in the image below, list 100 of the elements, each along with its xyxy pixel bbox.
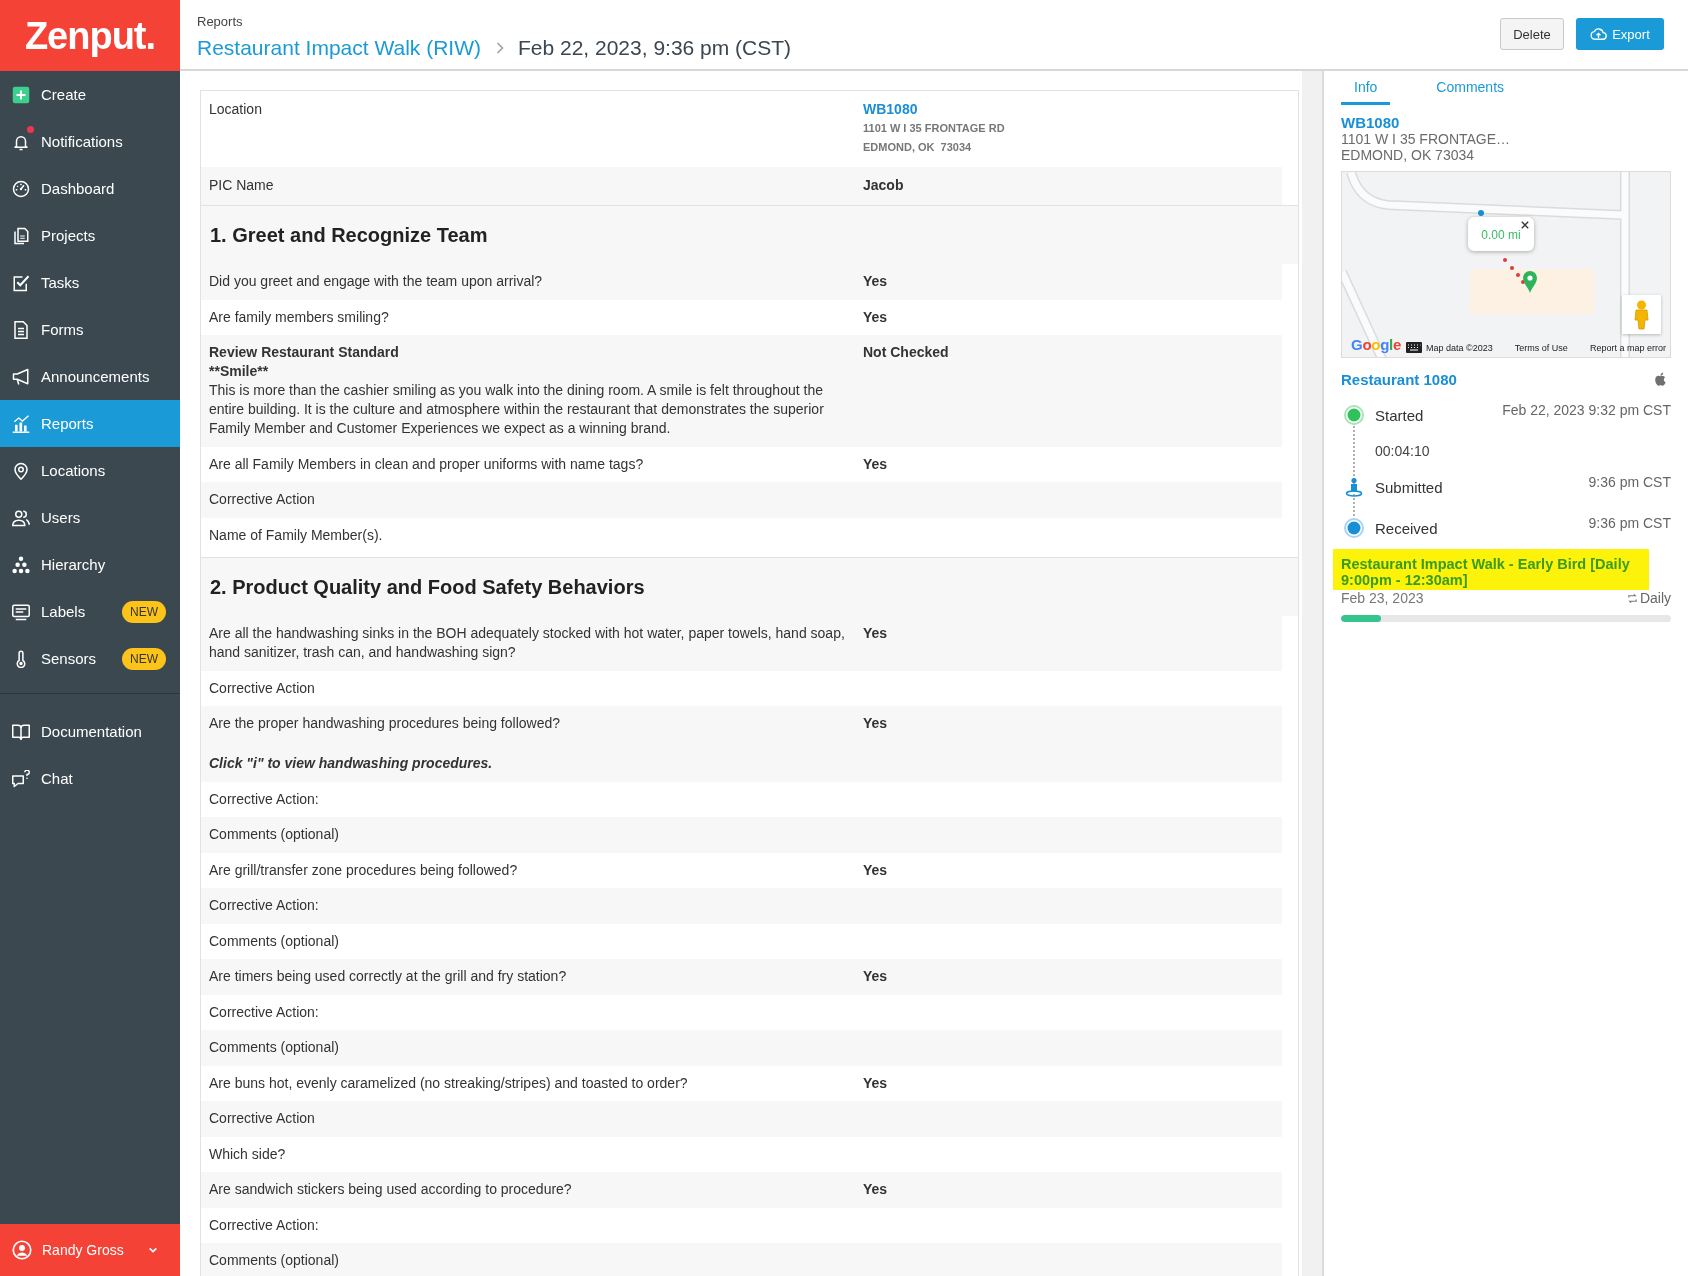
caret-icon [148, 1245, 158, 1255]
question-text: Comments (optional) [209, 1038, 339, 1057]
answer-text: Yes [863, 272, 888, 291]
sidebar-item[interactable]: Announcements [0, 353, 180, 400]
sidebar-item[interactable]: Sensors NEW [0, 635, 180, 682]
sidebar-item[interactable]: Users [0, 494, 180, 541]
new-badge: NEW [122, 647, 166, 670]
address-line: EDMOND, OK 73034 [863, 140, 972, 155]
store-link[interactable]: Restaurant 1080 [1341, 370, 1457, 388]
standard-text: This is more than the cashier smiling as you walk into the dining room. A smile is felt throughout the entire building. It is the culture and atmosphere within the restaurant that demonstrates the superior Family Member and Customer Experiences we expect as a winning brand. [209, 381, 825, 438]
location-link[interactable]: WB1080 [863, 100, 918, 119]
question-text: Corrective Action [209, 1109, 315, 1128]
chevron-icon [494, 42, 504, 54]
question-text: Corrective Action: [209, 1002, 319, 1022]
event-label: Started [1375, 406, 1425, 424]
question-text: Which side? [209, 1144, 286, 1164]
answer-text: Yes [863, 307, 888, 327]
map-attribution: Map data ©2023 [1426, 343, 1493, 354]
answer-text: Yes [863, 1180, 888, 1199]
question-text: Are all the handwashing sinks in the BOH adequately stocked with hot water, paper towels, hand soap, hand sanitizer, trash can, and handwashing sign? [209, 624, 846, 662]
question-text: Are all Family Members in clean and proper uniforms with name tags? [209, 454, 644, 474]
sidebar-item[interactable]: Documentation [0, 708, 180, 755]
status-dot-icon [1344, 405, 1364, 425]
user-menu[interactable]: Randy Gross [0, 1224, 180, 1276]
standard-subtitle: **Smile** [209, 362, 269, 381]
plus-icon [12, 85, 30, 104]
chat-icon [12, 769, 30, 788]
sidebar-item[interactable]: Tasks [0, 259, 180, 306]
question-text: Corrective Action: [209, 1215, 319, 1235]
answer-text: Yes [863, 1073, 888, 1093]
location-dot-icon [1478, 210, 1484, 216]
address-line: 1101 W I 35 FRONTAGE… [1341, 131, 1511, 147]
question-text: Name of Family Member(s). [209, 525, 383, 545]
address-line: EDMOND, OK 73034 [1341, 147, 1475, 163]
question-text: Are grill/transfer zone procedures being followed? [209, 860, 518, 880]
close-icon[interactable] [1521, 221, 1529, 229]
document-icon [12, 320, 30, 339]
question-text: Comments (optional) [209, 1251, 339, 1270]
hierarchy-icon [12, 555, 30, 574]
sidebar-item[interactable]: Hierarchy [0, 541, 180, 588]
documents-icon [12, 226, 30, 245]
map-link[interactable]: Report a map error [1589, 343, 1666, 354]
sidebar-item[interactable]: Notifications [0, 118, 180, 165]
answer-text: Yes [863, 624, 888, 643]
duration-text: 00:04:10 [1375, 442, 1431, 461]
answer-text: Yes [863, 860, 888, 880]
repeat-icon [1626, 592, 1638, 604]
question-text: Are family members smiling? [209, 307, 389, 327]
sidebar-item[interactable]: Projects [0, 212, 180, 259]
person-icon [1344, 477, 1364, 497]
bar-chart-icon [12, 414, 30, 433]
question-text: Corrective Action: [209, 789, 319, 809]
map-logo: Google [1351, 337, 1401, 353]
breadcrumb-link[interactable]: Reports [197, 14, 243, 30]
report-date: Feb 22, 2023, 9:36 pm (CST) [517, 35, 792, 61]
question-text: Are sandwich stickers being used according to procedure? [209, 1180, 572, 1199]
keyboard-icon[interactable] [1406, 342, 1422, 353]
field-label: Location [209, 100, 263, 119]
section-heading: 1. Greet and Recognize Team [201, 206, 1298, 264]
location-link[interactable]: WB1080 [1341, 114, 1400, 131]
book-icon [12, 722, 30, 741]
question-text: Comments (optional) [209, 825, 339, 844]
field-label: PIC Name [209, 176, 275, 195]
event-label: Received [1375, 519, 1439, 537]
event-time: 9:36 pm CST [1588, 475, 1671, 489]
card-icon [12, 602, 30, 621]
address-line: 1101 W I 35 FRONTAGE RD [863, 121, 1005, 136]
answer-text: Yes [863, 714, 888, 733]
question-text: Corrective Action [209, 678, 315, 698]
answer-text: Yes [863, 967, 888, 986]
distance-text: 0.00 mi [1481, 228, 1521, 242]
map-link[interactable]: Terms of Use [1514, 343, 1568, 354]
sidebar-item[interactable]: Create [0, 71, 180, 118]
question-text: Did you greet and engage with the team upon arrival? [209, 272, 543, 291]
question-text: Are timers being used correctly at the grill and fry station? [209, 967, 567, 986]
map-pin-icon [1523, 271, 1537, 293]
sidebar-item[interactable]: Labels NEW [0, 588, 180, 635]
gauge-icon [12, 179, 30, 198]
cloud-upload-icon [1590, 27, 1608, 41]
answer-text: Yes [863, 454, 888, 474]
sidebar-item[interactable]: Chat [0, 755, 180, 802]
question-text: Are the proper handwashing procedures being followed? [209, 714, 560, 733]
field-value: Jacob [863, 176, 904, 195]
delete-button[interactable]: Delete [1500, 18, 1564, 50]
sidebar-item[interactable]: Forms [0, 306, 180, 353]
sidebar-item[interactable]: Dashboard [0, 165, 180, 212]
sidebar-item[interactable]: Locations [0, 447, 180, 494]
question-text: Corrective Action [209, 490, 315, 509]
location-pin-icon [12, 461, 30, 480]
question-text: Comments (optional) [209, 931, 339, 951]
frequency-text: Daily [1639, 590, 1671, 606]
status-dot-icon [1344, 518, 1364, 538]
users-icon [12, 508, 30, 527]
new-badge: NEW [122, 600, 166, 623]
question-note: Click "i" to view handwashing procedures. [209, 754, 493, 773]
megaphone-icon [12, 367, 30, 386]
checkbox-icon [12, 273, 30, 292]
standard-title: Review Restaurant Standard [209, 343, 399, 362]
schedule-date: Feb 23, 2023 [1341, 590, 1424, 606]
event-time: 9:36 pm CST [1588, 516, 1671, 530]
